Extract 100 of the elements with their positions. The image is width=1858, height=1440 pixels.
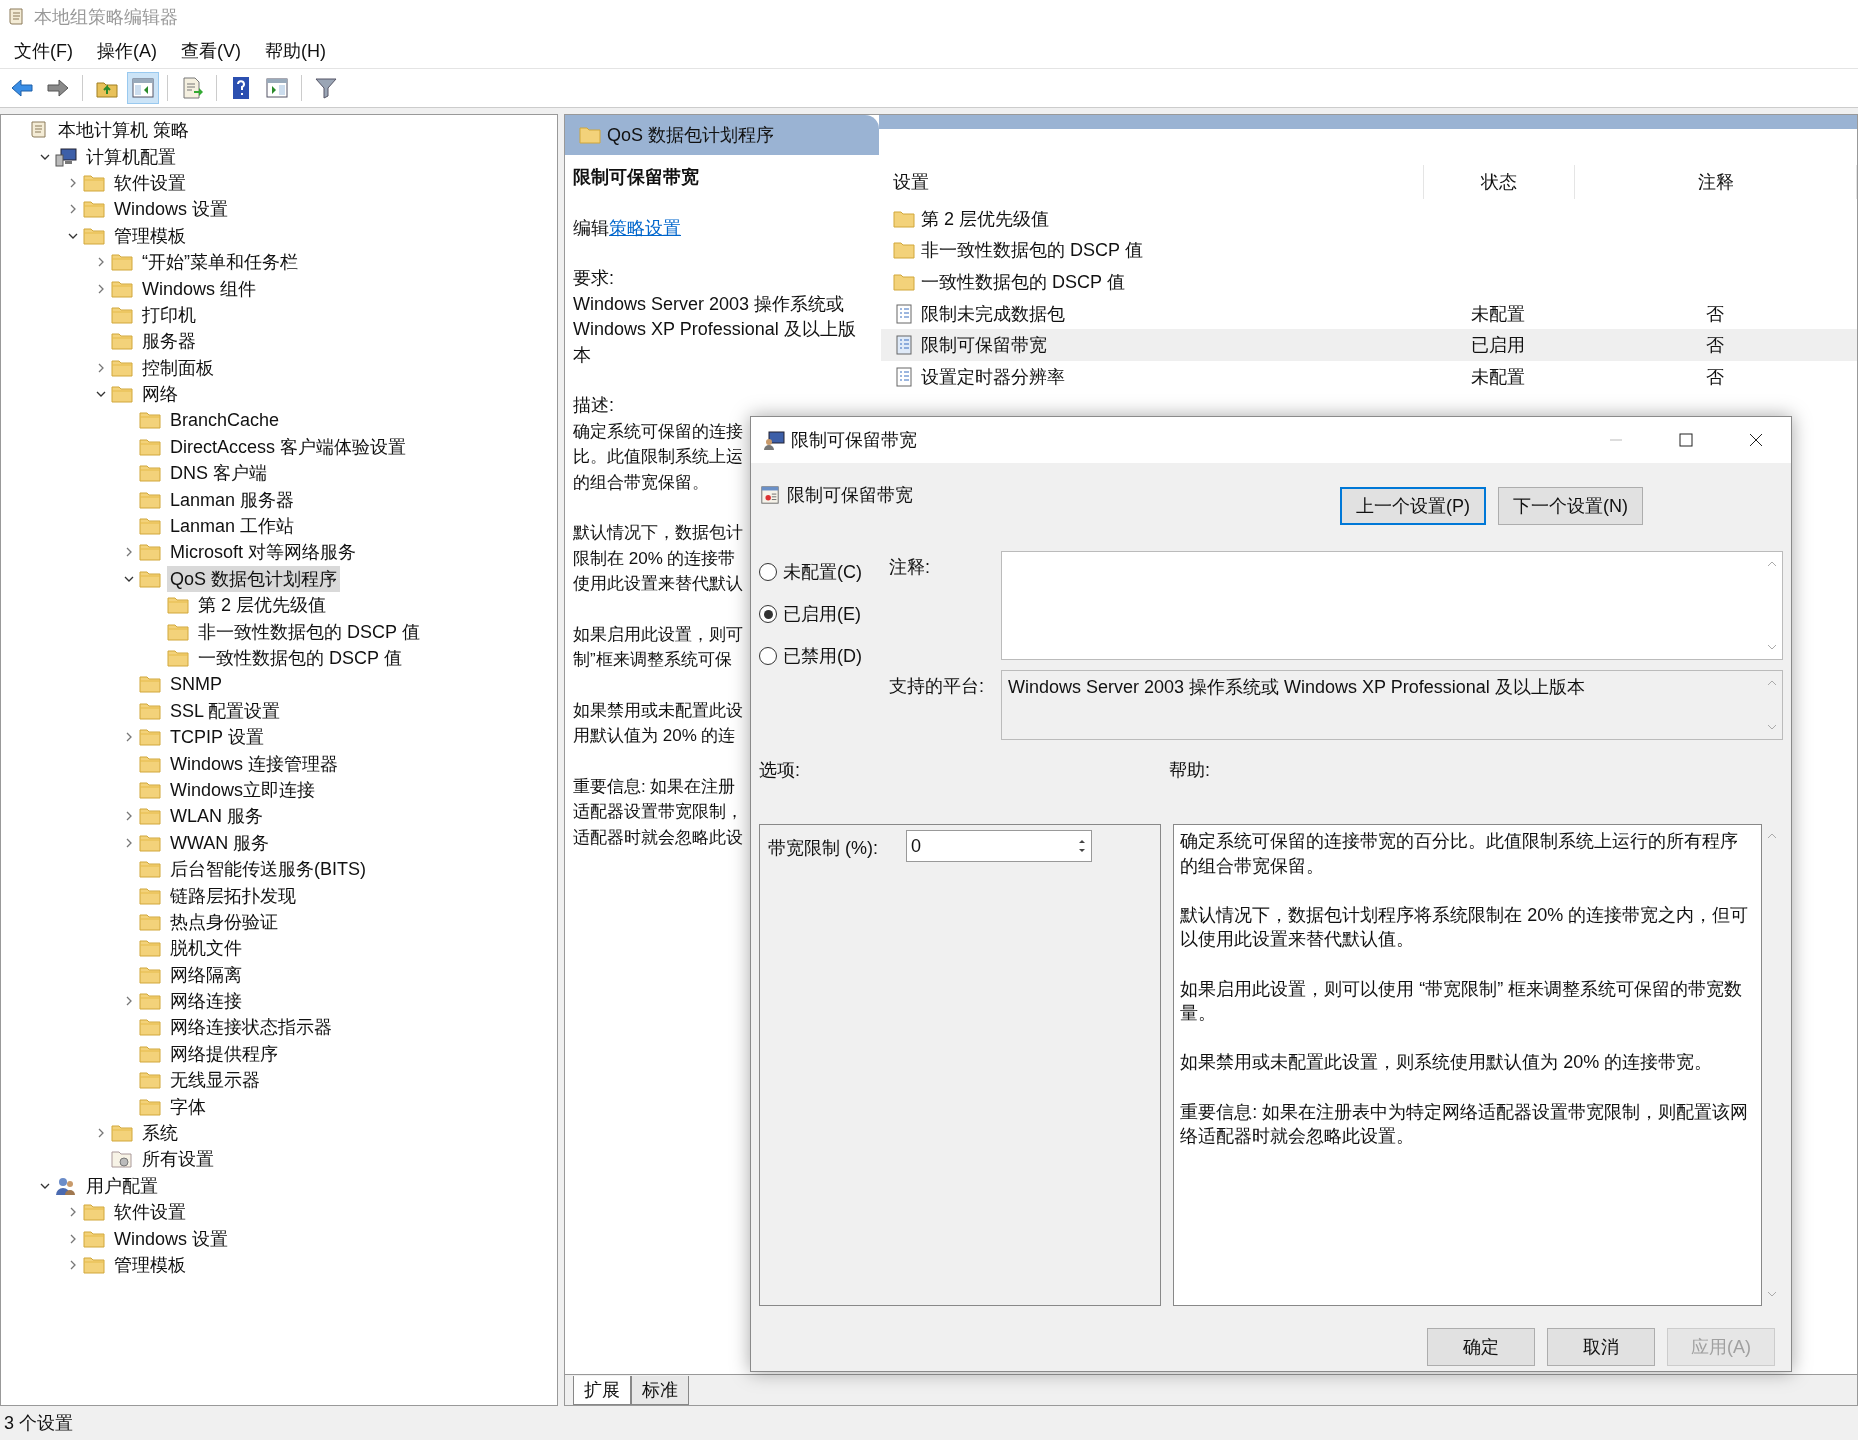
- comment-field[interactable]: [1001, 551, 1783, 660]
- setting-row[interactable]: 一致性数据包的 DSCP 值: [881, 266, 1857, 298]
- help-paragraph: 默认情况下，数据包计划程序将系统限制在 20% 的连接带宽之内，但可以使用此设置来替代默认值。: [1180, 903, 1750, 952]
- setting-row[interactable]: 限制可保留带宽 已启用 否: [881, 329, 1857, 361]
- setting-row[interactable]: 设置定时器分辨率 未配置 否: [881, 360, 1857, 393]
- radio-label[interactable]: 已禁用(D): [783, 644, 862, 668]
- menu-item[interactable]: 文件(F): [2, 39, 85, 63]
- tree-item[interactable]: 本地计算机 策略: [55, 117, 192, 144]
- folder-icon: [139, 700, 161, 721]
- folder-icon: [139, 859, 161, 880]
- tree-item[interactable]: 系统: [139, 1120, 181, 1147]
- tree-item[interactable]: 后台智能传送服务(BITS): [167, 856, 369, 883]
- folder-icon: [139, 1070, 161, 1091]
- tree-item[interactable]: QoS 数据包计划程序: [167, 565, 341, 592]
- tree-item[interactable]: 计算机配置: [83, 143, 179, 170]
- tree-item[interactable]: 第 2 层优先级值: [195, 592, 329, 619]
- tree-item[interactable]: 网络连接状态指示器: [167, 1014, 335, 1041]
- tree-item[interactable]: WWAN 服务: [167, 829, 273, 856]
- setting-comment: 否: [1706, 334, 1724, 358]
- radio-button[interactable]: [759, 563, 777, 581]
- radio-button[interactable]: [759, 605, 777, 623]
- tree-toggle-button[interactable]: [127, 72, 159, 104]
- setting-row[interactable]: 第 2 层优先级值: [881, 203, 1857, 235]
- tree-item[interactable]: 链路层拓扑发现: [167, 882, 299, 909]
- view-tab[interactable]: 扩展: [573, 1376, 631, 1405]
- folder-icon: [83, 1202, 105, 1223]
- tree-item[interactable]: 无线显示器: [167, 1067, 263, 1094]
- spin-box[interactable]: 0: [906, 830, 1092, 862]
- tree-item[interactable]: SNMP: [167, 672, 225, 696]
- tree-item[interactable]: 网络: [139, 381, 181, 408]
- tree-item[interactable]: 网络连接: [167, 988, 245, 1015]
- scroll-up-icon[interactable]: [1766, 560, 1778, 568]
- back-arrow-icon: [10, 76, 34, 100]
- folder-icon: [139, 542, 161, 563]
- tree-item[interactable]: 管理模板: [111, 222, 189, 249]
- next-setting-button[interactable]: 下一个设置(N): [1498, 487, 1643, 525]
- menu-item[interactable]: 操作(A): [85, 39, 169, 63]
- tree-item[interactable]: 网络隔离: [167, 961, 245, 988]
- setting-name: 限制未完成数据包: [921, 302, 1065, 326]
- tree-item[interactable]: 字体: [167, 1093, 209, 1120]
- comment-label: 注释:: [889, 556, 931, 579]
- description-paragraph: 默认情况下，数据包计 限制在 20% 的连接带 使用此设置来替代默认: [573, 522, 743, 595]
- tree-item[interactable]: Microsoft 对等网络服务: [167, 539, 359, 566]
- radio-button[interactable]: [759, 647, 777, 665]
- tree-item[interactable]: 软件设置: [111, 1199, 189, 1226]
- setting-row[interactable]: 限制未完成数据包 未配置 否: [881, 297, 1857, 330]
- radio-label[interactable]: 已启用(E): [783, 602, 861, 626]
- tree-item[interactable]: Windows 连接管理器: [167, 750, 342, 777]
- tree-item[interactable]: 网络提供程序: [167, 1040, 281, 1067]
- tree-item[interactable]: 服务器: [139, 328, 199, 355]
- menu-item[interactable]: 帮助(H): [253, 39, 338, 63]
- tree-item[interactable]: 非一致性数据包的 DSCP 值: [195, 618, 423, 645]
- policy-settings-link[interactable]: 策略设置: [609, 217, 681, 238]
- tree-item[interactable]: DirectAccess 客户端体验设置: [167, 433, 410, 460]
- tree-item[interactable]: Windows立即连接: [167, 776, 319, 803]
- tree-item[interactable]: Windows 设置: [111, 1225, 232, 1252]
- tree-item[interactable]: SSL 配置设置: [167, 697, 284, 724]
- folder-icon: [83, 1255, 105, 1275]
- folder-icon: [893, 240, 915, 261]
- spin-down-icon[interactable]: [1077, 848, 1087, 854]
- tree-item[interactable]: TCPIP 设置: [167, 724, 267, 751]
- requirements-label: 要求:: [573, 267, 615, 290]
- tree-item[interactable]: 软件设置: [111, 169, 189, 196]
- spin-up-icon[interactable]: [1077, 838, 1087, 844]
- setting-row[interactable]: 非一致性数据包的 DSCP 值: [881, 234, 1857, 267]
- previous-setting-button[interactable]: 上一个设置(P): [1340, 487, 1486, 525]
- folder-icon: [139, 489, 161, 510]
- folder-icon: [139, 1096, 161, 1117]
- column-header[interactable]: 设置: [881, 165, 1424, 199]
- tree-item[interactable]: “开始”菜单和任务栏: [139, 249, 301, 276]
- tree-item[interactable]: Lanman 服务器: [167, 486, 298, 513]
- radio-label[interactable]: 未配置(C): [783, 560, 862, 584]
- setting-status: 未配置: [1471, 302, 1525, 326]
- tree-item[interactable]: 热点身份验证: [167, 908, 281, 935]
- scroll-down-icon[interactable]: [1766, 643, 1778, 651]
- dialog-button[interactable]: 确定: [1427, 1328, 1535, 1366]
- tree-item[interactable]: BranchCache: [167, 409, 283, 432]
- dialog-button[interactable]: 取消: [1547, 1328, 1655, 1366]
- tree-item[interactable]: WLAN 服务: [167, 803, 266, 830]
- folder-icon: [111, 331, 133, 352]
- view-tab[interactable]: 标准: [631, 1376, 689, 1405]
- column-header[interactable]: 注释: [1575, 165, 1857, 199]
- tree-item[interactable]: Windows 设置: [111, 196, 232, 223]
- tree-item[interactable]: 管理模板: [111, 1252, 189, 1278]
- tree-item[interactable]: Lanman 工作站: [167, 513, 298, 540]
- tree-item[interactable]: 所有设置: [139, 1146, 217, 1173]
- setting-status: 已启用: [1471, 334, 1525, 358]
- menu-item[interactable]: 查看(V): [169, 39, 253, 63]
- status-text: 3 个设置: [4, 1412, 73, 1435]
- tree-item[interactable]: 一致性数据包的 DSCP 值: [195, 645, 405, 671]
- description-label: 描述:: [573, 394, 615, 417]
- dialog-title: 限制可保留带宽: [791, 429, 917, 452]
- tree-item[interactable]: 控制面板: [139, 354, 217, 381]
- tree-item[interactable]: 打印机: [139, 301, 199, 328]
- folder-icon: [167, 621, 189, 642]
- tree-item[interactable]: 用户配置: [83, 1172, 161, 1199]
- tree-item[interactable]: 脱机文件: [167, 935, 245, 962]
- column-header[interactable]: 状态: [1424, 165, 1575, 199]
- tree-item[interactable]: Windows 组件: [139, 275, 260, 302]
- tree-item[interactable]: DNS 客户端: [167, 460, 270, 487]
